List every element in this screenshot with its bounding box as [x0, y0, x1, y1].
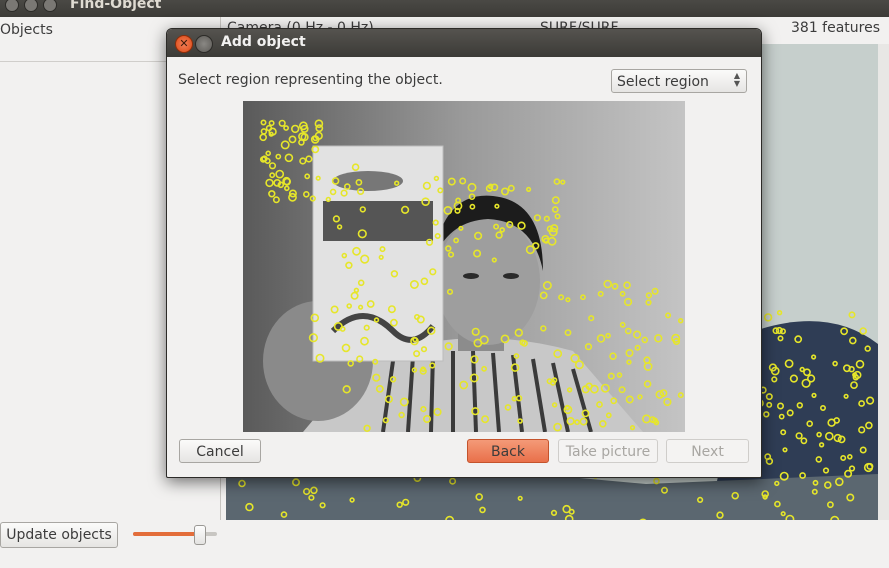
region-select-value: Select region [617, 74, 709, 90]
objects-header: Objects [0, 22, 53, 38]
cancel-button[interactable]: Cancel [179, 439, 261, 463]
slider-handle[interactable] [193, 525, 206, 545]
features-count: 381 features [791, 20, 881, 36]
maximize-window-icon[interactable] [43, 0, 57, 12]
right-edge-scrollbar[interactable] [878, 44, 889, 537]
main-titlebar: Find-Object [0, 0, 889, 17]
instruction-text: Select region representing the object. [178, 72, 443, 88]
add-object-dialog: ✕ Add object Select region representing … [166, 28, 762, 478]
update-objects-button[interactable]: Update objects [0, 522, 118, 548]
slider-fill [133, 532, 199, 536]
dialog-titlebar: ✕ Add object [167, 29, 761, 57]
region-select[interactable]: Select region ▲ ▼ [611, 69, 747, 93]
select-arrows-icon: ▲ ▼ [733, 71, 740, 88]
snapshot-image [243, 101, 685, 432]
camera-snapshot[interactable] [243, 101, 685, 432]
dialog-close-icon[interactable]: ✕ [175, 35, 193, 53]
window-title: Find-Object [70, 0, 162, 12]
close-window-icon[interactable] [5, 0, 19, 12]
back-button[interactable]: Back [467, 439, 549, 463]
dialog-minimize-icon[interactable] [195, 35, 213, 53]
dialog-title: Add object [221, 34, 306, 50]
minimize-window-icon[interactable] [24, 0, 38, 12]
bottom-bar [0, 520, 889, 568]
next-button[interactable]: Next [666, 439, 749, 463]
take-picture-button[interactable]: Take picture [558, 439, 658, 463]
